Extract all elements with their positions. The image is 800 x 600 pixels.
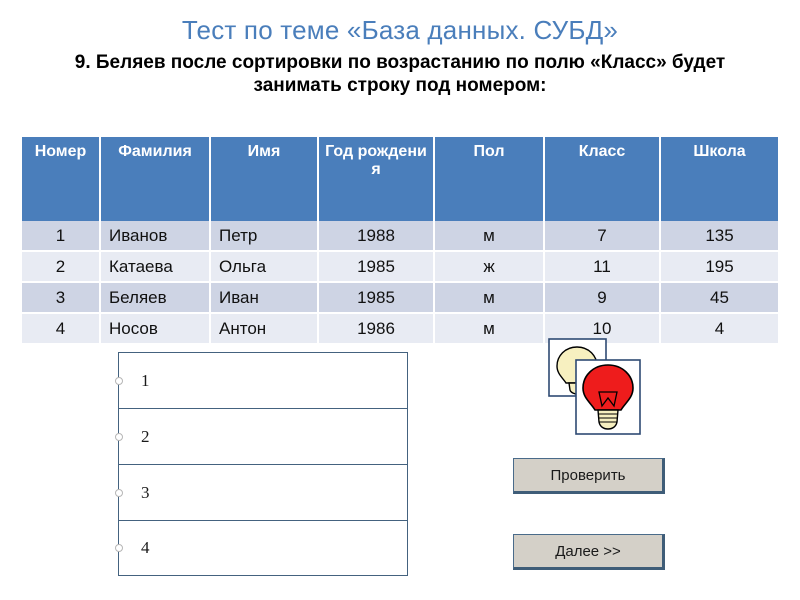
column-header-pol: Пол — [434, 137, 545, 221]
cell-familiya: Носов — [100, 313, 211, 345]
cell-shkola: 195 — [660, 251, 778, 283]
cell-pol: м — [434, 313, 545, 345]
answer-option-1[interactable]: 1 — [115, 352, 408, 408]
answer-option-2[interactable]: 2 — [115, 408, 408, 464]
cell-god: 1985 — [318, 251, 435, 283]
database-table-container: Номер Фамилия Имя Год рождения Пол Класс… — [22, 137, 778, 345]
database-table: Номер Фамилия Имя Год рождения Пол Класс… — [22, 137, 778, 345]
column-header-imya: Имя — [210, 137, 319, 221]
column-header-familiya: Фамилия — [100, 137, 211, 221]
cell-nomer: 1 — [22, 221, 101, 252]
cell-familiya: Беляев — [100, 282, 211, 314]
cell-pol: ж — [434, 251, 545, 283]
cell-imya: Ольга — [210, 251, 319, 283]
answer-option-4[interactable]: 4 — [115, 520, 408, 576]
table-row: 2 Катаева Ольга 1985 ж 11 195 — [22, 251, 778, 283]
cell-klass: 7 — [544, 221, 661, 252]
cell-shkola: 4 — [660, 313, 778, 345]
cell-shkola: 45 — [660, 282, 778, 314]
answer-option-label: 4 — [141, 538, 150, 557]
answer-option-label: 3 — [141, 482, 150, 502]
cell-god: 1986 — [318, 313, 435, 345]
cell-pol: м — [434, 221, 545, 252]
table-header-row: Номер Фамилия Имя Год рождения Пол Класс… — [22, 137, 778, 221]
column-header-shkola: Школа — [660, 137, 778, 221]
cell-familiya: Иванов — [100, 221, 211, 252]
next-button[interactable]: Далее >> — [513, 534, 665, 570]
radio-button-icon[interactable] — [115, 488, 123, 497]
page-title: Тест по теме «База данных. СУБД» — [181, 15, 619, 45]
radio-button-icon[interactable] — [115, 432, 123, 441]
lightbulb-illustration — [548, 338, 648, 438]
column-header-god: Год рождения — [318, 137, 435, 221]
cell-imya: Петр — [210, 221, 319, 252]
radio-button-icon[interactable] — [115, 376, 123, 385]
cell-imya: Антон — [210, 313, 319, 345]
answer-options-list: 1 2 3 4 — [115, 352, 408, 576]
answer-option-label: 1 — [141, 370, 150, 390]
cell-imya: Иван — [210, 282, 319, 314]
table-row: 1 Иванов Петр 1988 м 7 135 — [22, 221, 778, 252]
answer-option-3[interactable]: 3 — [115, 464, 408, 520]
answer-option-label: 2 — [141, 426, 150, 446]
cell-nomer: 3 — [22, 282, 101, 314]
cell-god: 1985 — [318, 282, 435, 314]
cell-god: 1988 — [318, 221, 435, 252]
column-header-klass: Класс — [544, 137, 661, 221]
question-text: 9. Беляев после сортировки по возрастани… — [74, 51, 726, 97]
cell-klass: 9 — [544, 282, 661, 314]
cell-nomer: 2 — [22, 251, 101, 283]
check-button[interactable]: Проверить — [513, 458, 665, 494]
cell-shkola: 135 — [660, 221, 778, 252]
cell-pol: м — [434, 282, 545, 314]
table-row: 4 Носов Антон 1986 м 10 4 — [22, 313, 778, 345]
radio-button-icon[interactable] — [115, 544, 123, 552]
table-row: 3 Беляев Иван 1985 м 9 45 — [22, 282, 778, 314]
lightbulb-icon — [548, 338, 641, 435]
column-header-nomer: Номер — [22, 137, 101, 221]
cell-klass: 11 — [544, 251, 661, 283]
cell-familiya: Катаева — [100, 251, 211, 283]
cell-nomer: 4 — [22, 313, 101, 345]
